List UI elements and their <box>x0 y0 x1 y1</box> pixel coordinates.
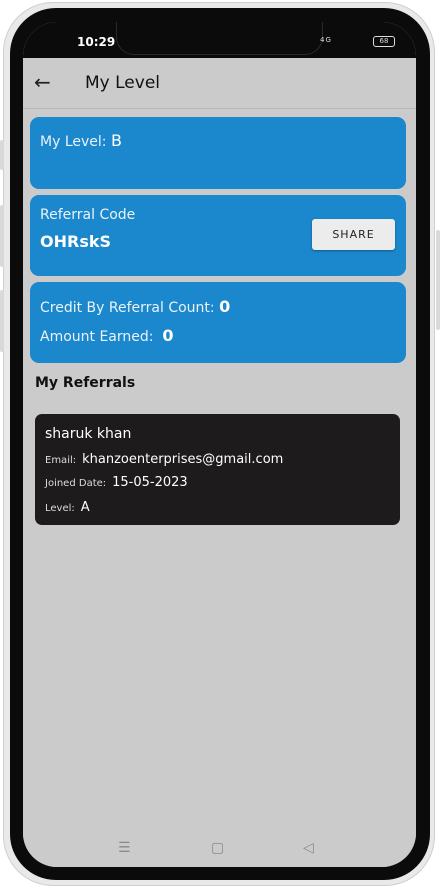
list-item[interactable]: sharuk khan Email: khanzoenterprises@gmai… <box>35 414 400 525</box>
referral-code-value: OHRskS <box>40 232 111 251</box>
referral-email-row: Email: khanzoenterprises@gmail.com <box>45 452 284 467</box>
amount-label: Amount Earned: 0 <box>40 326 174 345</box>
share-button[interactable]: SHARE <box>312 219 395 250</box>
credit-label: Credit By Referral Count: 0 <box>40 297 231 316</box>
home-icon[interactable]: ▢ <box>211 840 224 856</box>
referral-level: A <box>80 500 90 515</box>
referral-joined: 15-05-2023 <box>112 475 188 490</box>
page-title: My Level <box>85 73 161 93</box>
referral-level-row: Level: A <box>45 500 90 515</box>
signal-icon: 4G <box>320 36 332 44</box>
status-bar: 10:29 4G 68 <box>23 22 416 58</box>
level-card: My Level: B <box>30 117 406 189</box>
side-button <box>0 205 4 267</box>
referral-name: sharuk khan <box>45 426 132 442</box>
status-time: 10:29 <box>77 35 116 49</box>
notch <box>116 22 323 55</box>
credit-card: Credit By Referral Count: 0 Amount Earne… <box>30 282 406 363</box>
screen: 10:29 4G 68 ← My Level My Level: B Refer… <box>23 22 416 867</box>
amount-value: 0 <box>162 326 174 345</box>
credit-value: 0 <box>219 297 231 316</box>
referral-joined-row: Joined Date: 15-05-2023 <box>45 475 188 490</box>
side-button <box>436 230 440 330</box>
level-label: My Level: B <box>40 131 122 150</box>
back-triangle-icon[interactable]: ◁ <box>303 840 314 856</box>
my-referrals-heading: My Referrals <box>35 375 136 391</box>
side-button <box>0 140 4 170</box>
back-arrow-icon[interactable]: ← <box>34 72 51 92</box>
level-value: B <box>110 131 122 150</box>
system-nav-bar: ☰ ▢ ◁ <box>23 832 416 867</box>
battery-icon: 68 <box>373 36 395 47</box>
side-button <box>0 290 4 352</box>
referral-email: khanzoenterprises@gmail.com <box>82 452 284 467</box>
referral-code-card: Referral Code OHRskS SHARE <box>30 195 406 276</box>
referral-code-label: Referral Code <box>40 207 136 223</box>
app-bar: ← My Level <box>23 58 416 109</box>
menu-icon[interactable]: ☰ <box>118 840 131 856</box>
